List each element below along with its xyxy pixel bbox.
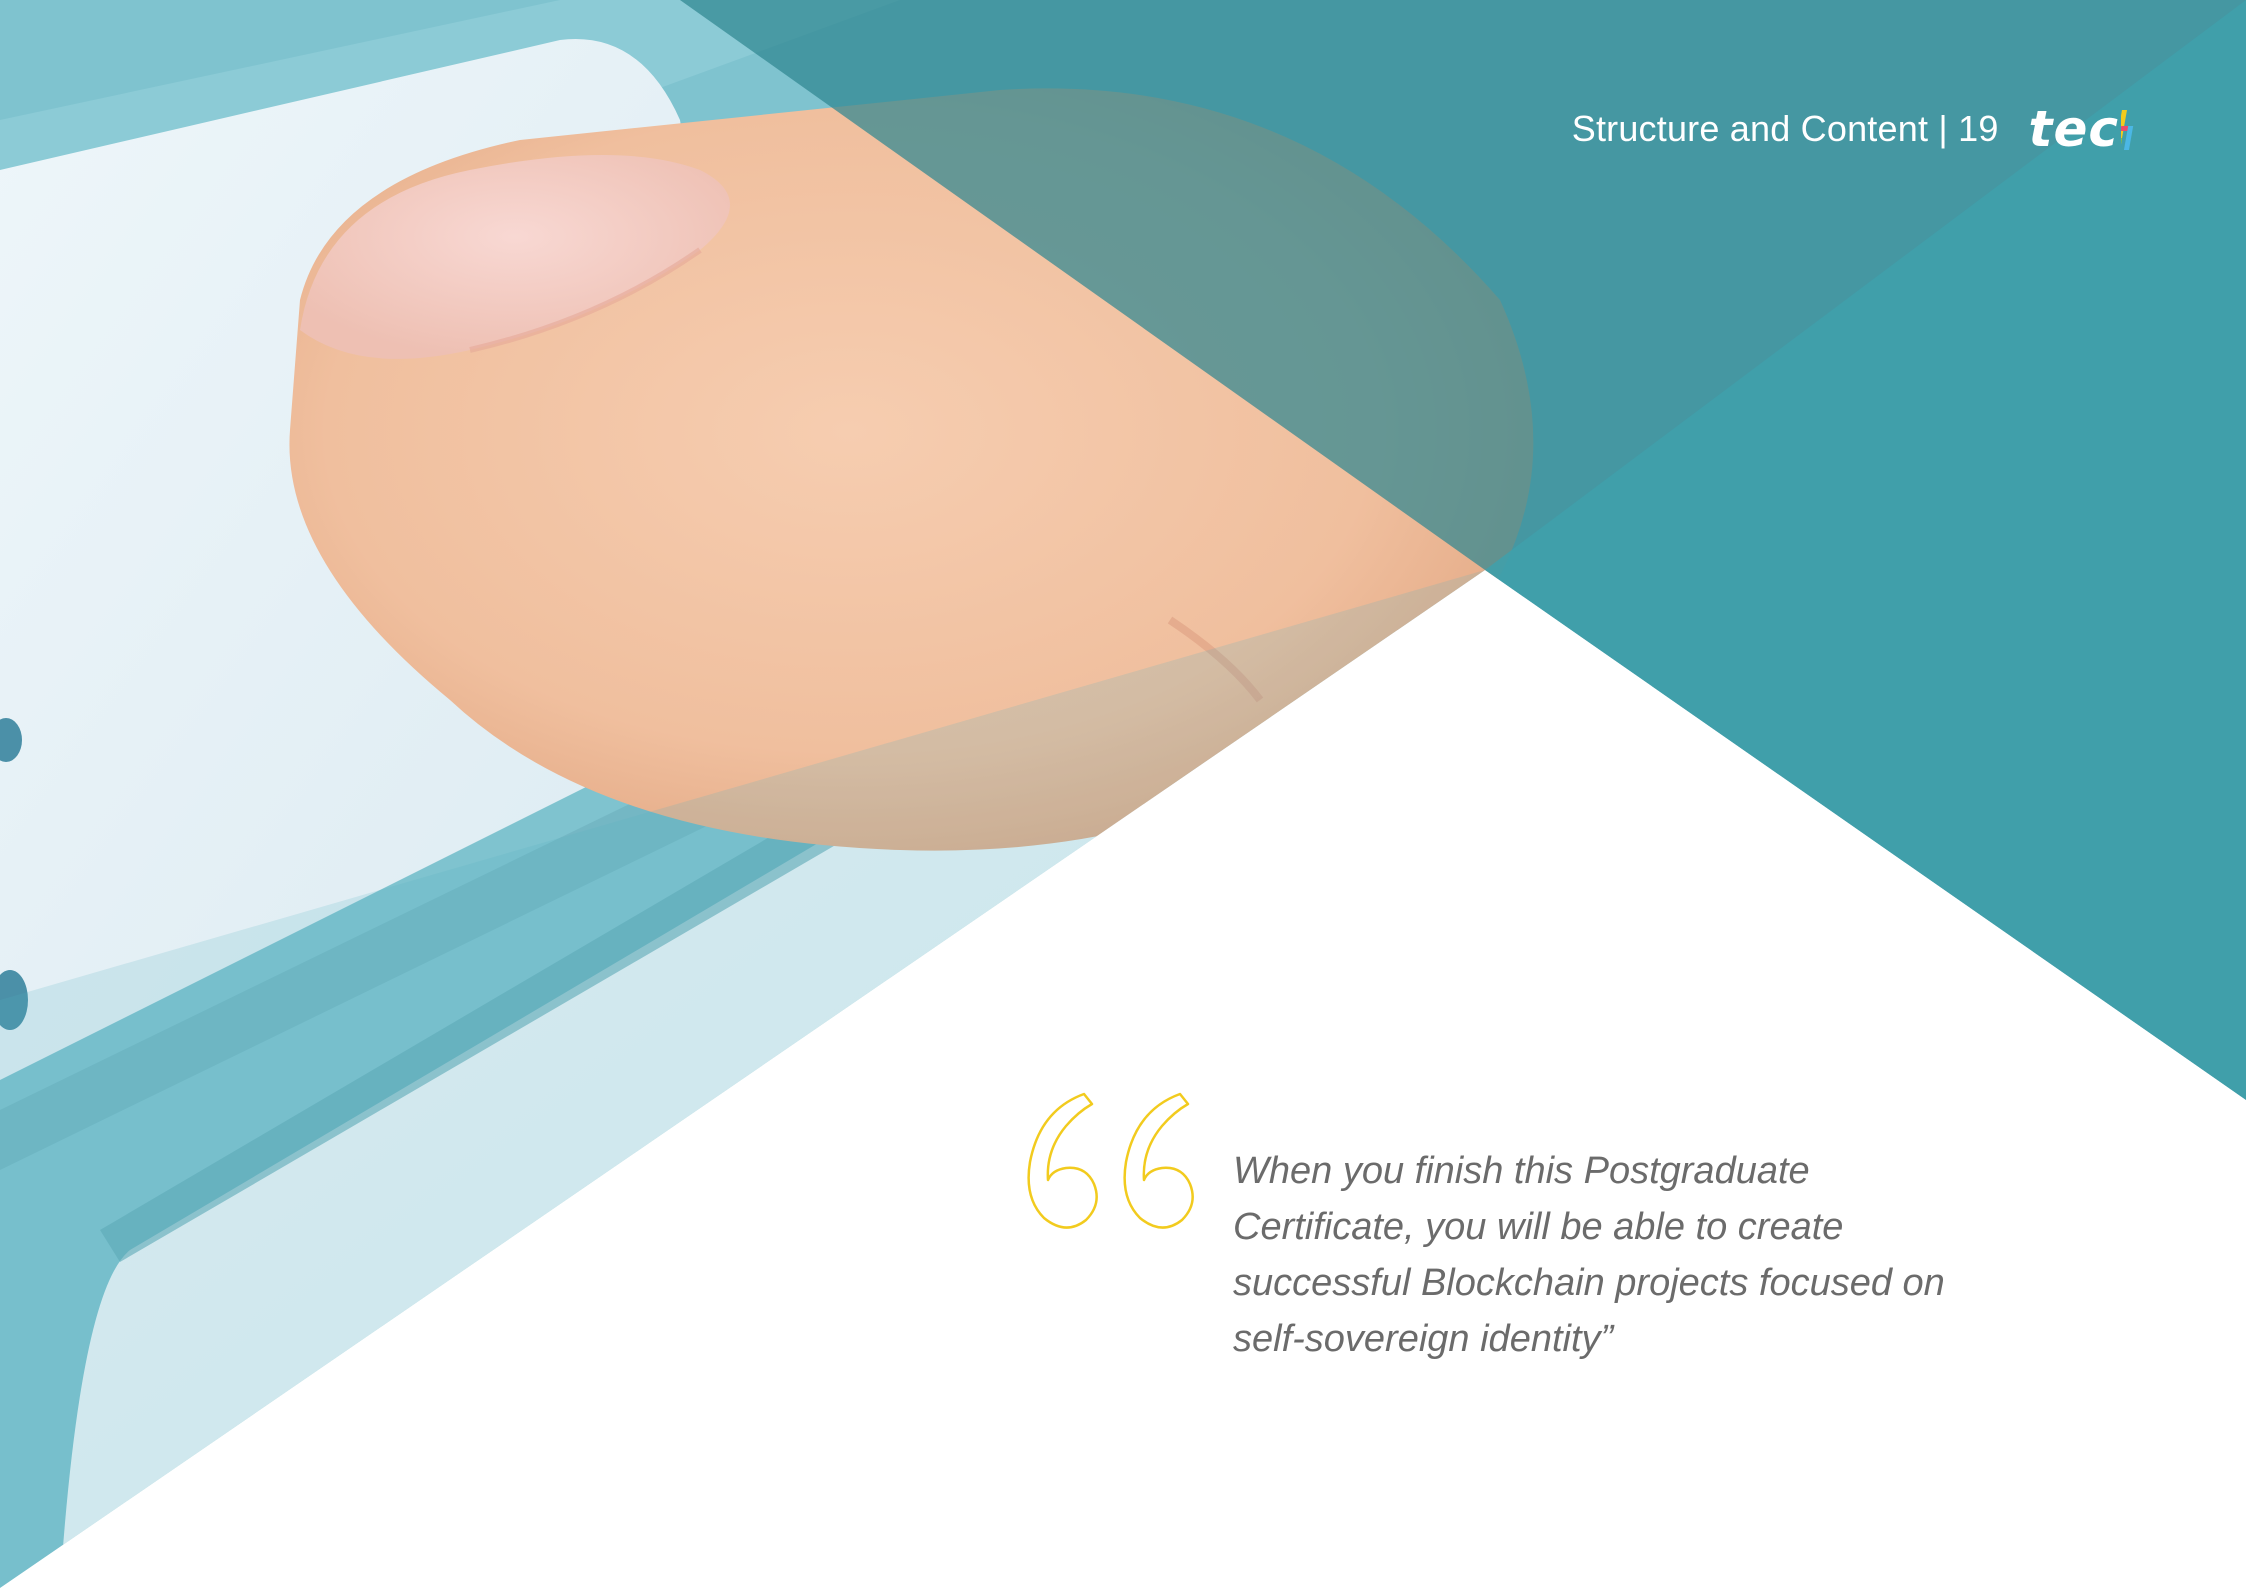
tech-logo: tec (2029, 104, 2139, 154)
open-quote-outline-icon (1027, 1092, 1194, 1229)
logo-text: tec (2028, 100, 2119, 158)
page-header: Structure and Content | 19 tec (1572, 104, 2139, 154)
section-page-title: Structure and Content | 19 (1571, 108, 1999, 149)
page: Structure and Content | 19 tec When you … (0, 0, 2246, 1588)
colorful-h-icon (2121, 110, 2134, 150)
pull-quote: When you finish this Postgraduate Certif… (1233, 1150, 1945, 1360)
